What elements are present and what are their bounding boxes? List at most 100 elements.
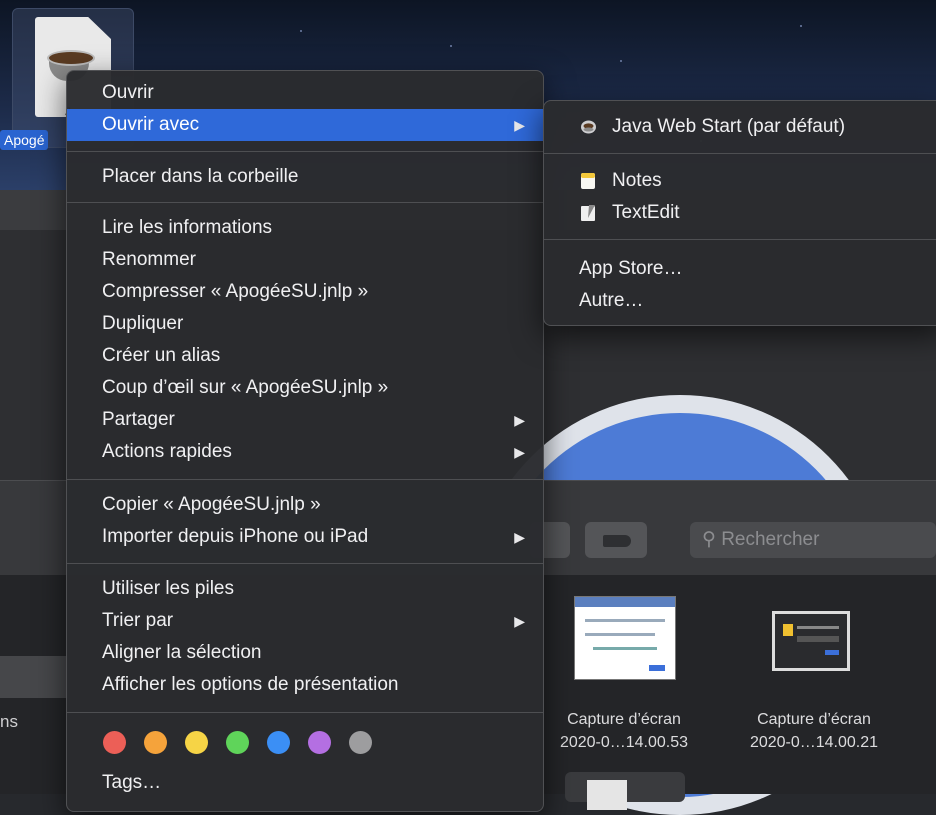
- menu-item-quick-look[interactable]: Coup d’œil sur « ApogéeSU.jnlp »: [67, 372, 543, 404]
- star: [800, 25, 802, 27]
- menu-separator: [544, 239, 936, 240]
- file-caption-line1: Capture d’écran: [757, 711, 871, 728]
- submenu-item-label: Notes: [612, 170, 662, 191]
- menu-item-label: Dupliquer: [102, 313, 184, 334]
- file-caption[interactable]: Capture d’écran 2020-0…14.00.21: [724, 708, 904, 754]
- thumbnail-titlebar: [575, 597, 675, 607]
- thumbnail-button: [649, 665, 665, 671]
- menu-item-label: Tags…: [102, 772, 162, 793]
- thumbnail-line: [585, 619, 665, 622]
- tag-yellow-dot[interactable]: [185, 731, 208, 754]
- menu-item-label: Placer dans la corbeille: [102, 166, 299, 187]
- menu-item-label: Aligner la sélection: [102, 642, 262, 663]
- file-caption-line2: 2020-0…14.00.21: [749, 734, 879, 751]
- document-icon: [587, 780, 627, 810]
- star: [620, 60, 622, 62]
- menu-separator: [67, 479, 543, 480]
- menu-item-label: Ouvrir: [102, 82, 154, 103]
- submenu-arrow-icon: ▶: [514, 613, 525, 629]
- menu-separator: [67, 202, 543, 203]
- tag-gray-dot[interactable]: [349, 731, 372, 754]
- sidebar-selected-item[interactable]: [0, 656, 68, 698]
- menu-item-tags[interactable]: Tags…: [67, 767, 543, 799]
- menu-item-move-to-trash[interactable]: Placer dans la corbeille: [67, 161, 543, 193]
- menu-item-copy[interactable]: Copier « ApogéeSU.jnlp »: [67, 489, 543, 521]
- star: [450, 45, 452, 47]
- menu-item-sort-by[interactable]: Trier par ▶: [67, 605, 543, 637]
- submenu-item-label: Java Web Start (par défaut): [612, 116, 846, 137]
- coffee-cup-top: [47, 50, 95, 66]
- menu-separator: [67, 712, 543, 713]
- menu-item-label: Trier par: [102, 610, 174, 631]
- submenu-item-java-web-start[interactable]: Java Web Start (par défaut): [544, 111, 936, 143]
- menu-item-label: Importer depuis iPhone ou iPad: [102, 526, 369, 547]
- tag-green-dot[interactable]: [226, 731, 249, 754]
- file-name-label[interactable]: Apogé: [0, 130, 49, 150]
- menu-item-import-from-iphone[interactable]: Importer depuis iPhone ou iPad ▶: [67, 521, 543, 553]
- submenu-arrow-icon: ▶: [514, 529, 525, 545]
- menu-separator: [67, 563, 543, 564]
- thumbnail-field: [797, 636, 839, 642]
- menu-item-share[interactable]: Partager ▶: [67, 404, 543, 436]
- menu-item-use-stacks[interactable]: Utiliser les piles: [67, 573, 543, 605]
- screenshot-thumbnail[interactable]: [772, 611, 850, 671]
- submenu-item-notes[interactable]: Notes: [544, 165, 936, 197]
- search-input[interactable]: ⚲ Rechercher: [690, 522, 936, 558]
- context-menu: Ouvrir Ouvrir avec ▶ Placer dans la corbe…: [66, 70, 544, 812]
- menu-item-label: Copier « ApogéeSU.jnlp »: [102, 494, 321, 515]
- menu-item-duplicate[interactable]: Dupliquer: [67, 308, 543, 340]
- search-icon: ⚲: [702, 529, 716, 550]
- search-placeholder: Rechercher: [721, 529, 820, 550]
- submenu-arrow-icon: ▶: [514, 412, 525, 428]
- file-caption[interactable]: Capture d’écran 2020-0…14.00.53: [534, 708, 714, 754]
- menu-item-label: Renommer: [102, 249, 196, 270]
- thumbnail-button: [825, 650, 839, 655]
- lock-icon: [783, 624, 793, 636]
- java-icon: [581, 120, 596, 134]
- submenu-arrow-icon: ▶: [514, 117, 525, 133]
- menu-item-label: Ouvrir avec: [102, 114, 200, 135]
- menu-item-get-info[interactable]: Lire les informations: [67, 212, 543, 244]
- thumbnail-line: [797, 626, 839, 629]
- submenu-item-label: App Store…: [579, 258, 683, 279]
- menu-separator: [544, 153, 936, 154]
- star: [300, 30, 302, 32]
- submenu-item-other[interactable]: Autre…: [544, 285, 936, 317]
- tag-blue-dot[interactable]: [267, 731, 290, 754]
- menu-item-compress[interactable]: Compresser « ApogéeSU.jnlp »: [67, 276, 543, 308]
- menu-item-label: Partager: [102, 409, 175, 430]
- submenu-arrow-icon: ▶: [514, 444, 525, 460]
- menu-item-label: Lire les informations: [102, 217, 273, 238]
- screenshot-thumbnail[interactable]: [574, 596, 676, 680]
- file-caption-line2: 2020-0…14.00.53: [559, 734, 689, 751]
- thumbnail-line: [593, 647, 657, 650]
- submenu-item-app-store[interactable]: App Store…: [544, 253, 936, 285]
- submenu-item-textedit[interactable]: TextEdit: [544, 197, 936, 229]
- tag-orange-dot[interactable]: [144, 731, 167, 754]
- menu-item-label: Compresser « ApogéeSU.jnlp »: [102, 281, 369, 302]
- textedit-icon: [581, 205, 595, 221]
- file-thumbnail-partial[interactable]: [565, 772, 685, 810]
- thumbnail-line: [585, 633, 655, 636]
- tag-red-dot[interactable]: [103, 731, 126, 754]
- open-with-submenu: Java Web Start (par défaut) Notes TextEd…: [543, 100, 936, 326]
- menu-item-open-with[interactable]: Ouvrir avec ▶: [67, 109, 543, 141]
- menu-item-quick-actions[interactable]: Actions rapides ▶: [67, 436, 543, 468]
- menu-item-make-alias[interactable]: Créer un alias: [67, 340, 543, 372]
- menu-item-rename[interactable]: Renommer: [67, 244, 543, 276]
- menu-item-label: Coup d’œil sur « ApogéeSU.jnlp »: [102, 377, 389, 398]
- notes-icon: [581, 173, 595, 189]
- submenu-item-label: TextEdit: [612, 202, 680, 223]
- file-caption-line1: Capture d’écran: [567, 711, 681, 728]
- sidebar-item-label[interactable]: ns: [0, 712, 18, 732]
- tag-icon: [603, 535, 631, 547]
- menu-item-open[interactable]: Ouvrir: [67, 77, 543, 109]
- menu-item-label: Afficher les options de présentation: [102, 674, 399, 695]
- menu-item-label: Créer un alias: [102, 345, 221, 366]
- menu-item-label: Utiliser les piles: [102, 578, 234, 599]
- menu-separator: [67, 151, 543, 152]
- menu-item-label: Actions rapides: [102, 441, 232, 462]
- menu-item-clean-up-selection[interactable]: Aligner la sélection: [67, 637, 543, 669]
- tag-purple-dot[interactable]: [308, 731, 331, 754]
- menu-item-show-view-options[interactable]: Afficher les options de présentation: [67, 669, 543, 701]
